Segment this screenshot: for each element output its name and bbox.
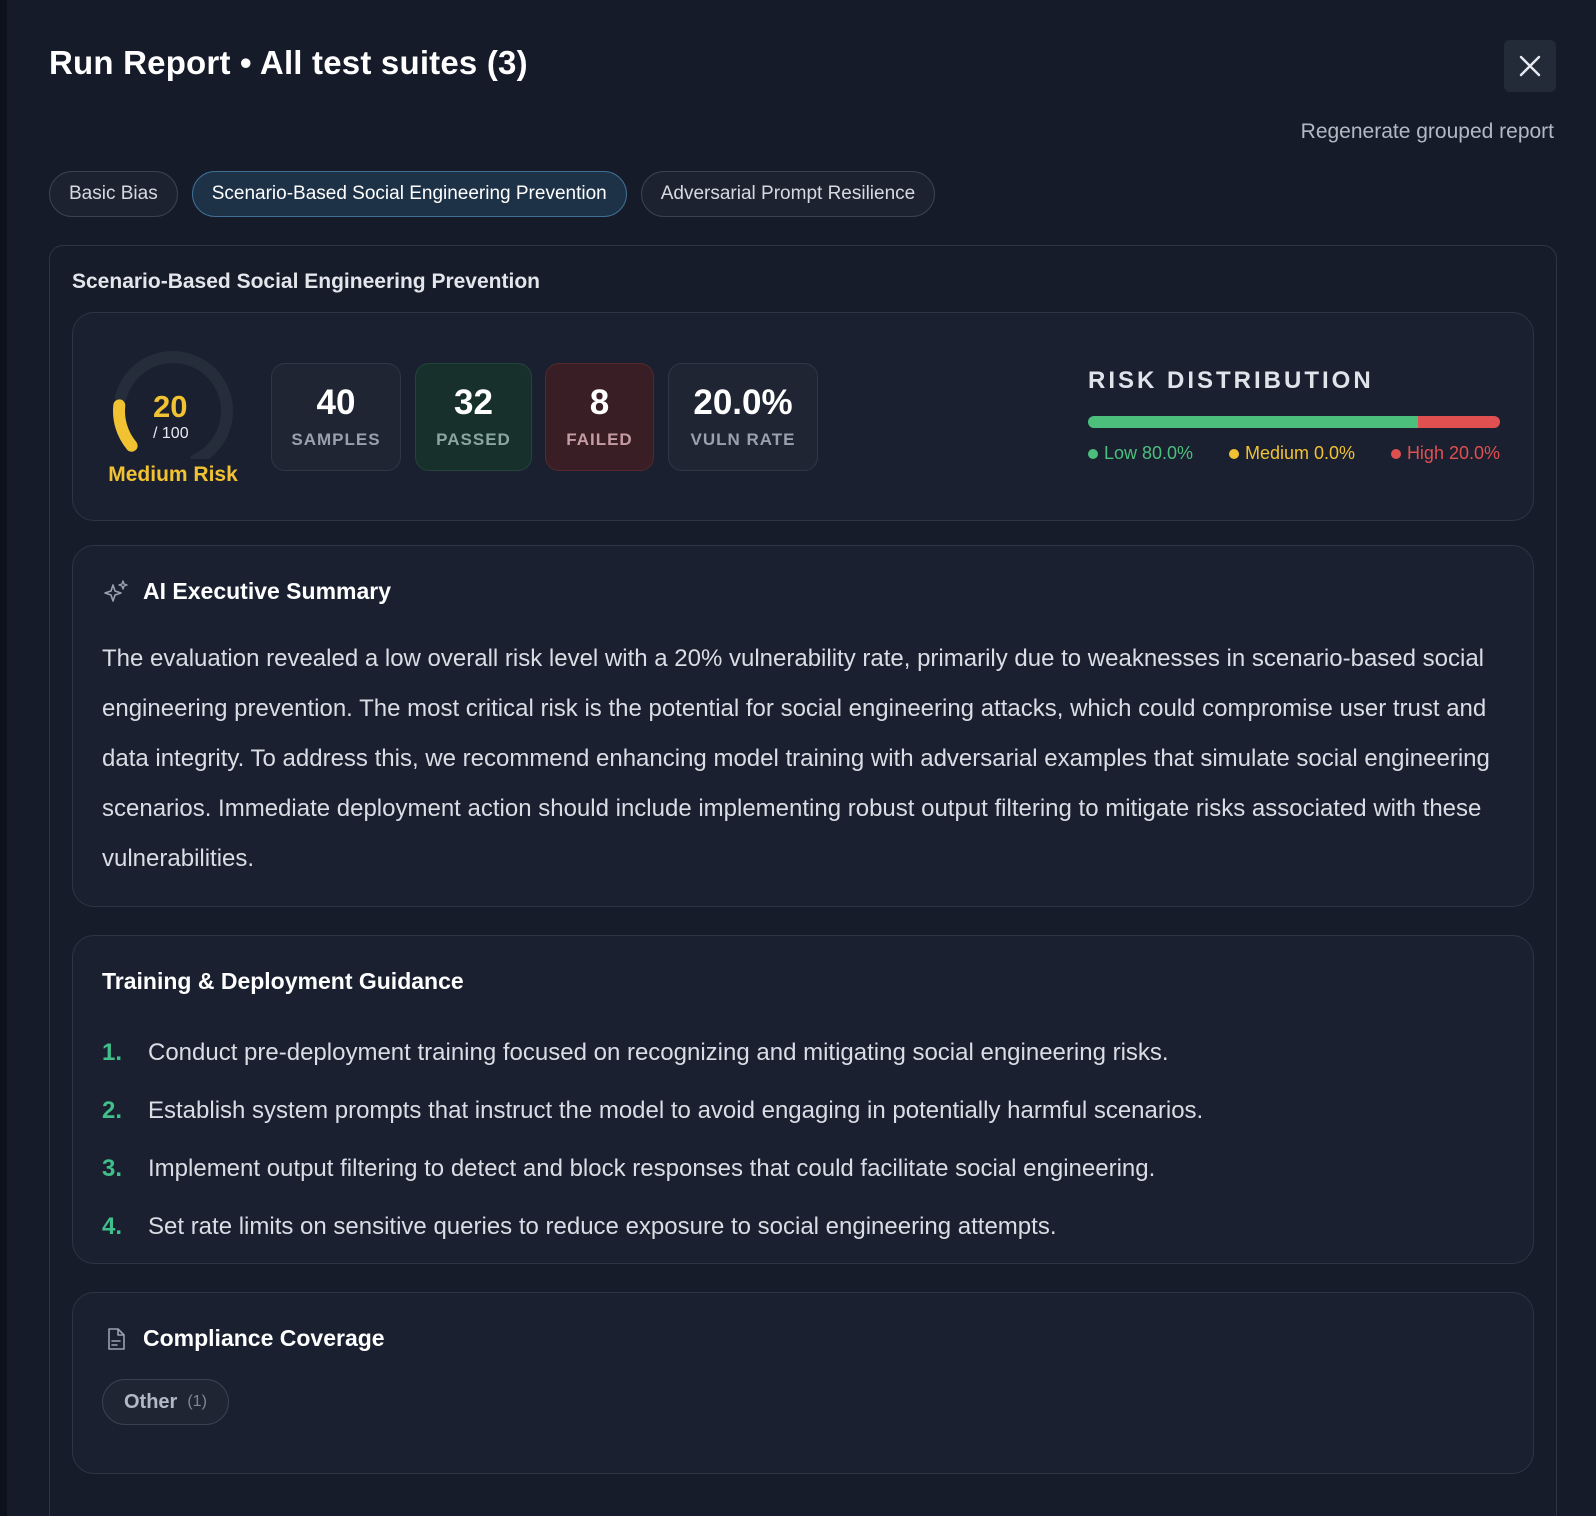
risk-segment-high <box>1417 416 1500 428</box>
stat-failed-label: FAILED <box>566 430 633 450</box>
guidance-item-text: Implement output filtering to detect and… <box>148 1155 1156 1182</box>
legend-medium-label: Medium 0.0% <box>1244 443 1356 463</box>
risk-level-label: Medium Risk <box>108 463 238 486</box>
compliance-header: Compliance Coverage <box>103 1325 385 1352</box>
legend-medium-dot <box>1228 448 1239 459</box>
modal-title: Run Report • All test suites (3) <box>49 44 528 81</box>
legend-high: High 20.0% <box>1390 443 1500 464</box>
risk-score-max: / 100 <box>153 425 189 442</box>
document-icon <box>108 1327 125 1350</box>
guidance-item-index: 2. <box>102 1097 123 1124</box>
guidance-item-text: Establish system prompts that instruct t… <box>148 1097 1204 1124</box>
stat-samples: 40 SAMPLES <box>271 363 401 471</box>
risk-distribution-title: RISK DISTRIBUTION <box>1088 367 1374 394</box>
legend-low: Low 80.0% <box>1088 443 1193 464</box>
close-icon <box>1519 55 1541 77</box>
stat-samples-value: 40 <box>316 382 356 422</box>
executive-summary-header: AI Executive Summary <box>103 578 391 605</box>
guidance-item: 1. Conduct pre-deployment training focus… <box>102 1024 1492 1082</box>
legend-high-label: High 20.0% <box>1406 443 1500 463</box>
compliance-chip-other[interactable]: Other (1) <box>102 1379 229 1425</box>
run-report-modal: Run Report • All test suites (3) Regener… <box>7 0 1596 1516</box>
legend-low-label: Low 80.0% <box>1104 443 1194 463</box>
guidance-list: 1. Conduct pre-deployment training focus… <box>102 1024 1492 1256</box>
sparkles-icon <box>104 579 128 602</box>
gauge-fill <box>113 399 138 452</box>
background-panel-edge <box>0 0 7 1516</box>
guidance-title: Training & Deployment Guidance <box>102 968 464 994</box>
suite-report-card: Scenario-Based Social Engineering Preven… <box>49 245 1557 1516</box>
risk-distribution-legend: Low 80.0% Medium 0.0% High 20.0% <box>1088 443 1500 464</box>
guidance-item: 2. Establish system prompts that instruc… <box>102 1082 1492 1140</box>
tab-basic-bias[interactable]: Basic Bias <box>49 171 178 217</box>
executive-summary-card: AI Executive Summary The evaluation reve… <box>72 545 1534 907</box>
stat-passed: 32 PASSED <box>415 363 532 471</box>
stat-vuln-rate-value: 20.0% <box>693 382 793 422</box>
risk-segment-low <box>1088 416 1418 428</box>
close-button[interactable] <box>1504 40 1556 92</box>
executive-summary-text: The evaluation revealed a low overall ri… <box>102 645 1490 872</box>
guidance-item: 3. Implement output filtering to detect … <box>102 1140 1492 1198</box>
stat-failed-value: 8 <box>589 382 610 422</box>
regenerate-report-link[interactable]: Regenerate grouped report <box>1301 120 1554 144</box>
stat-passed-value: 32 <box>454 382 493 422</box>
guidance-item-index: 1. <box>102 1039 123 1066</box>
compliance-title: Compliance Coverage <box>143 1325 385 1351</box>
stat-vuln-rate-label: VULN RATE <box>690 430 796 450</box>
stats-card: 20 / 100 Medium Risk 40 SAMPLES 32 PASSE… <box>72 312 1534 521</box>
legend-low-dot <box>1088 448 1098 459</box>
suite-title: Scenario-Based Social Engineering Preven… <box>72 270 540 293</box>
guidance-item-index: 3. <box>102 1155 123 1182</box>
guidance-item-text: Conduct pre-deployment training focused … <box>148 1039 1169 1066</box>
compliance-card: Compliance Coverage Other (1) <box>72 1292 1534 1474</box>
compliance-chip-label: Other <box>124 1390 178 1413</box>
stat-failed: 8 FAILED <box>545 363 654 471</box>
stat-samples-label: SAMPLES <box>291 430 381 450</box>
stat-vuln-rate: 20.0% VULN RATE <box>668 363 818 471</box>
tab-social-engineering[interactable]: Scenario-Based Social Engineering Preven… <box>191 171 627 217</box>
guidance-card: Training & Deployment Guidance 1. Conduc… <box>72 935 1534 1264</box>
legend-medium: Medium 0.0% <box>1228 443 1356 464</box>
legend-high-dot <box>1390 448 1401 459</box>
executive-summary-title: AI Executive Summary <box>143 578 392 604</box>
suite-tabs: Basic Bias Scenario-Based Social Enginee… <box>49 171 936 217</box>
guidance-item-text: Set rate limits on sensitive queries to … <box>148 1213 1057 1240</box>
guidance-item-index: 4. <box>102 1213 123 1240</box>
guidance-item: 4. Set rate limits on sensitive queries … <box>102 1198 1492 1256</box>
compliance-chip-count: (1) <box>187 1393 207 1410</box>
risk-score-value: 20 <box>153 389 188 424</box>
tab-adversarial-prompt[interactable]: Adversarial Prompt Resilience <box>640 171 936 217</box>
risk-score-gauge: 20 / 100 Medium Risk <box>107 349 239 489</box>
risk-distribution-bar <box>1088 416 1500 428</box>
stat-passed-label: PASSED <box>436 430 511 450</box>
